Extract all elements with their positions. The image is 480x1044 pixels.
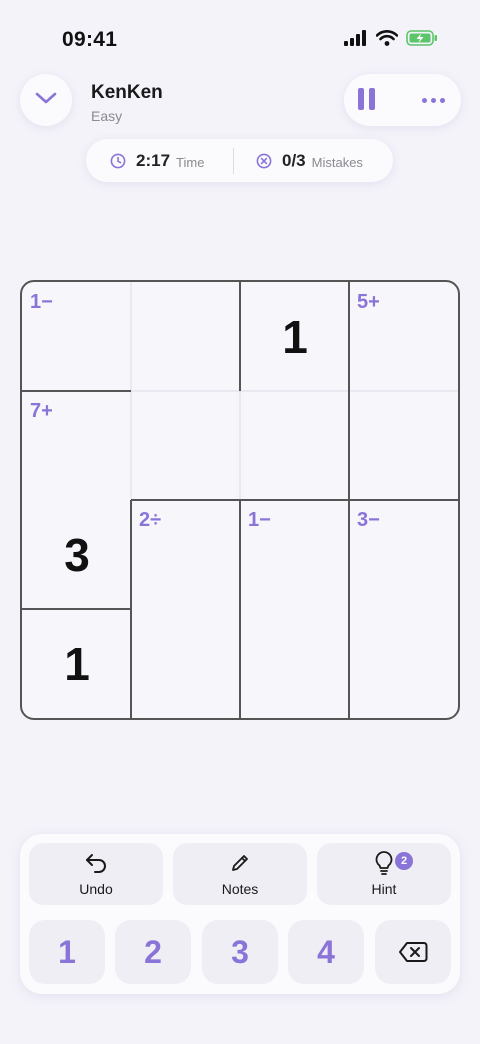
stats-bar: 2:17 Time 0/3 Mistakes [86,139,393,182]
pause-icon-bar [369,88,375,110]
x-circle-icon [256,153,272,169]
difficulty-label: Easy [91,108,123,124]
time-value: 2:17 [136,150,171,170]
undo-label: Undo [79,881,113,897]
status-bar: 09:41 [0,0,480,80]
mistakes-label: Mistakes [311,154,363,170]
title-block: KenKen Easy [91,82,163,124]
clock-icon [110,153,126,169]
game-title: KenKen [91,82,163,103]
undo-button[interactable]: Undo [29,843,163,905]
notes-label: Notes [221,881,259,897]
control-panel: Undo Notes Hint 2 1 2 3 4 [20,834,460,994]
pause-icon-bar [358,88,364,110]
more-icon-dot [439,97,445,103]
battery-icon [406,30,438,51]
mistakes-stat: 0/3 Mistakes [234,139,363,182]
chevron-down-icon [34,91,58,110]
backspace-icon [398,934,428,971]
more-icon-dot [421,97,427,103]
hint-button[interactable]: Hint 2 [317,843,451,905]
number-button-1[interactable]: 1 [29,920,105,984]
more-icon-dot [430,97,436,103]
mistakes-value: 0/3 [282,150,306,170]
lightbulb-icon [372,851,396,875]
status-time: 09:41 [62,28,118,51]
time-label: Time [176,154,205,170]
pencil-icon [228,851,252,875]
back-button[interactable] [20,74,72,126]
delete-button[interactable] [375,920,451,984]
wifi-icon [375,30,399,51]
hint-count-badge: 2 [395,852,413,870]
number-button-4[interactable]: 4 [288,920,364,984]
kenken-board: 1− 1 5+ 7+ 3 2÷ 1− 3− 1 [20,280,460,720]
notes-button[interactable]: Notes [173,843,307,905]
number-button-2[interactable]: 2 [115,920,191,984]
pause-button[interactable] [358,88,380,112]
hint-label: Hint [371,881,397,897]
board-grid-lines [22,282,458,718]
timer-stat: 2:17 Time [86,139,233,182]
number-button-3[interactable]: 3 [202,920,278,984]
signal-icon [344,30,368,51]
status-icons [344,30,438,51]
more-button[interactable] [418,92,448,108]
undo-icon [84,851,108,875]
actions-pill [344,74,461,126]
